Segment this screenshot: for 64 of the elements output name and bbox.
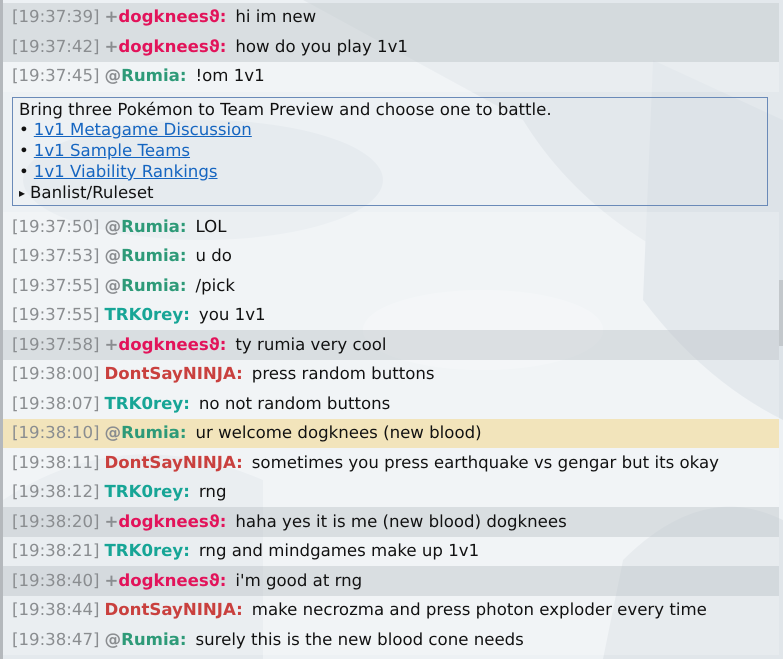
- username[interactable]: TRK0rey:: [104, 539, 190, 564]
- username[interactable]: @Rumia:: [104, 244, 186, 270]
- username[interactable]: @Rumia:: [104, 64, 186, 90]
- timestamp: [19:38:40]: [12, 570, 100, 592]
- timestamp: [19:37:55]: [12, 274, 100, 297]
- username[interactable]: @Rumia:: [104, 274, 186, 299]
- timestamp: [19:37:58]: [12, 334, 100, 356]
- username[interactable]: +dogkneesϑ:: [104, 510, 226, 535]
- details-summary[interactable]: Banlist/Ruleset: [30, 182, 154, 204]
- message-text: u do: [195, 245, 232, 268]
- timestamp: [19:37:53]: [12, 245, 100, 268]
- disclosure-icon[interactable]: ▸: [19, 182, 26, 204]
- message-text: LOL: [195, 216, 226, 238]
- message-text: you 1v1: [198, 304, 266, 326]
- message-text: haha yes it is me (new blood) dogknees: [235, 510, 567, 533]
- timestamp: [19:37:50]: [12, 216, 100, 238]
- message-text: ur welcome dogknees (new blood): [195, 422, 482, 444]
- username[interactable]: @Rumia:: [104, 214, 186, 240]
- username[interactable]: @Rumia:: [104, 628, 186, 653]
- timestamp: [19:38:00]: [12, 363, 100, 386]
- username[interactable]: +dogkneesϑ:: [104, 332, 226, 358]
- message-text: no not random buttons: [198, 392, 390, 415]
- username[interactable]: TRK0rey:: [104, 480, 190, 506]
- scrollbar-thumb[interactable]: [779, 280, 783, 346]
- message-text: how do you play 1v1: [235, 36, 408, 58]
- message-text: surely this is the new blood cone needs: [195, 628, 524, 651]
- timestamp: [19:37:39]: [12, 6, 100, 28]
- username[interactable]: @Rumia:: [104, 421, 186, 446]
- username[interactable]: +dogkneesϑ:: [104, 5, 226, 30]
- timestamp: [19:38:21]: [12, 540, 100, 562]
- link[interactable]: 1v1 Sample Teams: [34, 141, 190, 162]
- timestamp: [19:37:42]: [12, 36, 100, 58]
- message-text: !om 1v1: [195, 65, 265, 88]
- timestamp: [19:37:55]: [12, 304, 100, 326]
- message-text: sometimes you press earthquake vs gengar but its okay: [252, 452, 719, 474]
- timestamp: [19:38:12]: [12, 481, 100, 504]
- timestamp: [19:38:07]: [12, 392, 100, 415]
- username[interactable]: DontSayNINJA:: [104, 598, 243, 624]
- timestamp: [19:38:47]: [12, 628, 100, 651]
- username[interactable]: +dogkneesϑ:: [104, 568, 226, 594]
- username[interactable]: +dogkneesϑ:: [104, 34, 226, 60]
- message-text: rng and mindgames make up 1v1: [198, 540, 480, 562]
- link[interactable]: 1v1 Viability Rankings: [34, 162, 218, 183]
- timestamp: [19:38:11]: [12, 452, 100, 474]
- message-text: rng: [198, 481, 226, 504]
- timestamp: [19:38:20]: [12, 510, 100, 533]
- message-text: i'm good at rng: [235, 570, 362, 592]
- timestamp: [19:38:44]: [12, 599, 100, 622]
- username[interactable]: TRK0rey:: [104, 392, 190, 417]
- message-text: hi im new: [235, 6, 316, 28]
- bullet-text: •: [19, 162, 29, 183]
- message-text: make necrozma and press photon exploder every time: [252, 599, 707, 622]
- message-text: ty rumia very cool: [235, 334, 387, 356]
- link[interactable]: 1v1 Metagame Discussion: [34, 120, 252, 142]
- bullet-text: •: [19, 120, 29, 142]
- username[interactable]: DontSayNINJA:: [104, 362, 243, 388]
- timestamp: [19:38:10]: [12, 422, 100, 444]
- bullet-text: •: [19, 141, 29, 162]
- message-text: press random buttons: [252, 363, 435, 386]
- username[interactable]: TRK0rey:: [104, 303, 190, 328]
- username[interactable]: DontSayNINJA:: [104, 450, 243, 476]
- message-text: /pick: [195, 274, 235, 297]
- info-text: Bring three Pokémon to Team Preview and choose one to battle.: [19, 100, 553, 120]
- timestamp: [19:37:45]: [12, 65, 100, 88]
